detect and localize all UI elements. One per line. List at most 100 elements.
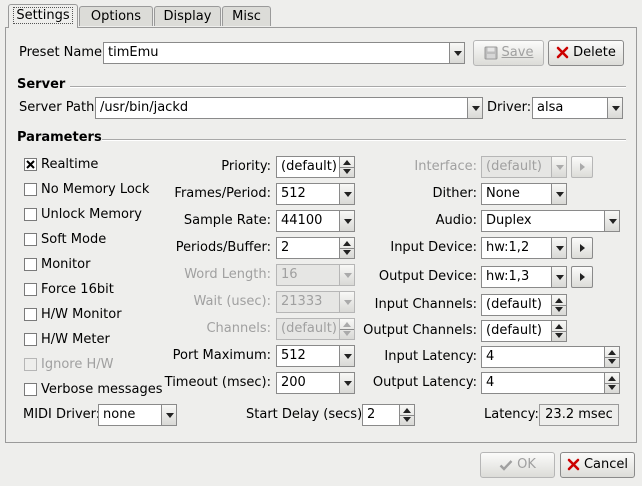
driver-value: alsa (537, 100, 564, 115)
hw-monitor-checkbox[interactable] (24, 308, 37, 321)
tab-options-label: Options (90, 9, 142, 24)
unlock-memory-checkbox[interactable] (24, 208, 37, 221)
timeout-label: Timeout (msec): (164, 375, 271, 390)
output-latency-value: 4 (486, 375, 495, 390)
driver-combo[interactable]: alsa (532, 97, 623, 119)
cancel-x-icon (567, 458, 580, 471)
no-memory-lock-label: No Memory Lock (41, 182, 150, 197)
cancel-button[interactable]: Cancel (560, 452, 635, 478)
output-device-combo[interactable]: hw:1,3 (481, 266, 567, 288)
tab-options[interactable]: Options (79, 6, 153, 26)
timeout-combo[interactable]: 200 (276, 372, 355, 394)
frames-period-combo[interactable]: 512 (276, 183, 355, 205)
port-maximum-label: Port Maximum: (172, 348, 271, 363)
chevron-down-icon[interactable] (551, 238, 566, 258)
realtime-checkbox[interactable] (24, 158, 37, 171)
interface-select-button[interactable] (571, 156, 593, 178)
port-maximum-value: 512 (281, 348, 306, 363)
audio-label: Audio: (435, 213, 477, 228)
frames-period-value: 512 (281, 186, 306, 201)
wait-usec-value: 21333 (281, 294, 323, 309)
chevron-down-icon[interactable] (467, 98, 482, 118)
monitor-label: Monitor (41, 257, 91, 272)
chevron-down-icon[interactable] (449, 43, 464, 63)
realtime-label: Realtime (41, 157, 99, 172)
spin-arrows-icon[interactable] (551, 295, 566, 315)
chevron-down-icon[interactable] (604, 211, 619, 231)
chevron-down-icon[interactable] (551, 267, 566, 287)
port-maximum-combo[interactable]: 512 (276, 345, 355, 367)
output-device-label: Output Device: (378, 269, 477, 284)
ok-button[interactable]: OK (480, 452, 555, 478)
ignore-hw-label: Ignore H/W (41, 357, 114, 372)
driver-label: Driver: (487, 100, 532, 115)
priority-spinbox[interactable]: (default) (276, 156, 355, 178)
save-button[interactable]: Save (473, 40, 544, 66)
input-device-combo[interactable]: hw:1,2 (481, 237, 567, 259)
priority-value: (default) (281, 159, 337, 174)
input-device-select-button[interactable] (571, 237, 593, 259)
spin-arrows-icon[interactable] (604, 373, 619, 393)
channels-spinbox[interactable]: (default) (276, 318, 355, 340)
audio-combo[interactable]: Duplex (481, 210, 620, 232)
preset-name-combo[interactable]: timEmu (103, 42, 465, 64)
soft-mode-label: Soft Mode (41, 232, 107, 247)
latency-readout: 23.2 msec (539, 404, 619, 426)
check-x-icon (26, 160, 35, 169)
priority-label: Priority: (221, 159, 271, 174)
output-latency-spinbox[interactable]: 4 (481, 372, 620, 394)
start-delay-label: Start Delay (secs): (246, 407, 367, 422)
output-channels-spinbox[interactable]: (default) (481, 320, 567, 342)
output-latency-label: Output Latency: (372, 375, 477, 390)
interface-value: (default) (486, 159, 542, 174)
input-latency-spinbox[interactable]: 4 (481, 346, 620, 368)
sample-rate-combo[interactable]: 44100 (276, 210, 355, 232)
midi-driver-value: none (103, 407, 136, 422)
timeout-value: 200 (281, 375, 306, 390)
channels-label: Channels: (206, 321, 271, 336)
force-16bit-checkbox[interactable] (24, 283, 37, 296)
chevron-down-icon[interactable] (607, 98, 622, 118)
tab-settings[interactable]: Settings (8, 4, 78, 28)
spin-arrows-icon[interactable] (399, 405, 414, 425)
input-device-label: Input Device: (390, 240, 477, 255)
channels-value: (default) (281, 321, 337, 336)
tab-display[interactable]: Display (154, 6, 221, 26)
wait-usec-combo[interactable]: 21333 (276, 291, 355, 313)
input-channels-label: Input Channels: (374, 297, 477, 312)
tab-misc-label: Misc (232, 9, 261, 24)
chevron-down-icon[interactable] (161, 405, 176, 425)
tab-misc[interactable]: Misc (222, 6, 271, 26)
verbose-messages-checkbox[interactable] (24, 383, 37, 396)
delete-button-label: Delete (573, 45, 616, 60)
hw-meter-checkbox[interactable] (24, 333, 37, 346)
soft-mode-checkbox[interactable] (24, 233, 37, 246)
cancel-button-label: Cancel (583, 457, 629, 472)
tab-display-label: Display (163, 9, 212, 24)
start-delay-value: 2 (367, 407, 376, 422)
periods-buffer-spinbox[interactable]: 2 (276, 237, 355, 259)
floppy-disk-icon (484, 46, 498, 59)
delete-button[interactable]: Delete (548, 40, 624, 66)
hw-monitor-label: H/W Monitor (41, 307, 122, 322)
dither-combo[interactable]: None (481, 183, 567, 205)
server-path-combo[interactable]: /usr/bin/jackd (95, 97, 483, 119)
input-channels-spinbox[interactable]: (default) (481, 294, 567, 316)
output-channels-value: (default) (486, 323, 542, 338)
word-length-label: Word Length: (184, 267, 271, 282)
no-memory-lock-checkbox[interactable] (24, 183, 37, 196)
input-latency-label: Input Latency: (384, 349, 477, 364)
ignore-hw-checkbox[interactable] (24, 358, 37, 371)
start-delay-spinbox[interactable]: 2 (362, 404, 415, 426)
midi-driver-combo[interactable]: none (98, 404, 177, 426)
chevron-down-icon[interactable] (551, 184, 566, 204)
parameters-separator (102, 139, 626, 141)
force-16bit-label: Force 16bit (41, 282, 114, 297)
interface-combo[interactable]: (default) (481, 156, 567, 178)
spin-arrows-icon[interactable] (604, 347, 619, 367)
monitor-checkbox[interactable] (24, 258, 37, 271)
spin-arrows-icon[interactable] (551, 321, 566, 341)
word-length-combo[interactable]: 16 (276, 264, 355, 286)
output-device-select-button[interactable] (571, 266, 593, 288)
interface-label: Interface: (414, 159, 477, 174)
